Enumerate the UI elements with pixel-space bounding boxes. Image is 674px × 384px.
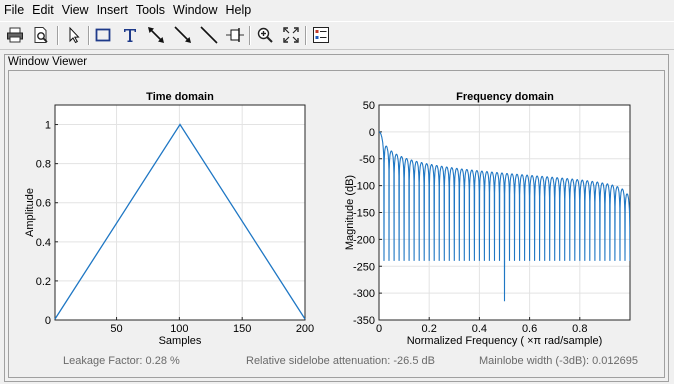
plots-area: 50 100 150 200 0 0.2 0.4 0.6 0.8 1 Time domain Samp… [24, 91, 631, 347]
x-tick-label: 0.4 [472, 323, 487, 335]
plot-background [55, 105, 305, 320]
y-tick-label: -100 [353, 181, 375, 193]
y-tick-label: -150 [353, 208, 375, 220]
y-tick-label: -200 [353, 234, 375, 246]
y-tick-label: -50 [359, 154, 375, 166]
x-tick-label: 100 [170, 323, 188, 335]
x-tick-label: 150 [233, 323, 251, 335]
y-axis-label: Amplitude [24, 188, 36, 237]
x-tick-label: 50 [110, 323, 122, 335]
y-tick-label: -350 [353, 315, 375, 327]
mainlobe-width-text: Mainlobe width (-3dB): 0.012695 [479, 355, 638, 367]
x-tick-label: 0.8 [572, 323, 587, 335]
x-tick-label: 0 [376, 323, 382, 335]
y-tick-label: -300 [353, 288, 375, 300]
chart-title: Frequency domain [456, 91, 554, 103]
x-axis-label: Normalized Frequency ( ×π rad/sample) [407, 335, 603, 347]
leakage-factor-text: Leakage Factor: 0.28 % [63, 355, 180, 367]
y-tick-label: 1 [45, 120, 51, 132]
y-tick-label: 0.4 [36, 237, 51, 249]
sidelobe-attenuation-text: Relative sidelobe attenuation: -26.5 dB [246, 355, 435, 367]
y-tick-label: 0 [45, 315, 51, 327]
x-axis-label: Samples [159, 335, 202, 347]
y-tick-label: 0.6 [36, 198, 51, 210]
x-tick-label: 0.6 [522, 323, 537, 335]
y-tick-label: 50 [363, 100, 375, 112]
chart-title: Time domain [146, 91, 214, 103]
x-tick-label: 200 [296, 323, 314, 335]
x-tick-label: 0.2 [422, 323, 437, 335]
y-tick-label: 0.2 [36, 276, 51, 288]
y-tick-label: -250 [353, 261, 375, 273]
y-tick-label: 0 [369, 127, 375, 139]
y-axis-label: Magnitude (dB) [344, 175, 356, 250]
y-tick-label: 0.8 [36, 159, 51, 171]
